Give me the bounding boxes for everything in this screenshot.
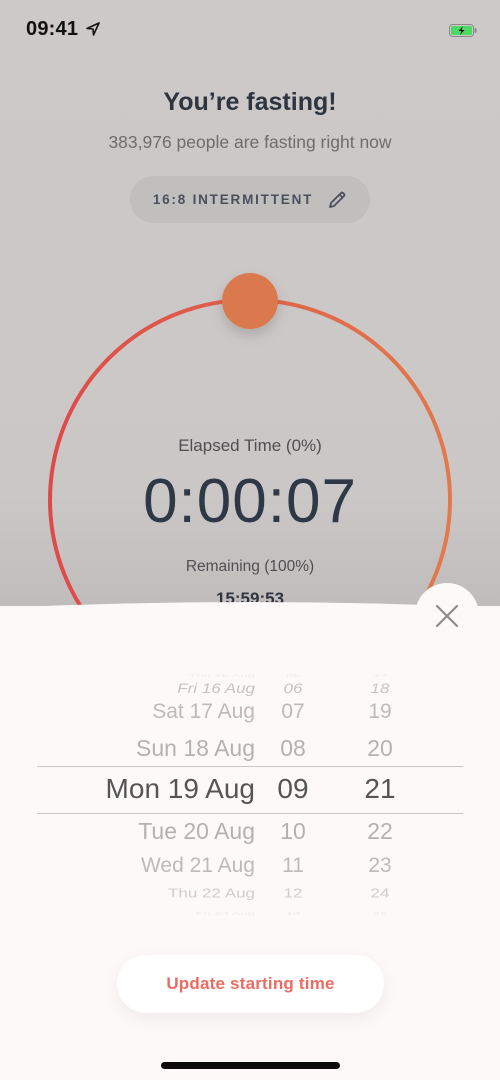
picker-date: Sat 17 Aug bbox=[152, 700, 255, 723]
elapsed-label: Elapsed Time (0%) bbox=[178, 436, 322, 455]
picker-hour: 13 bbox=[285, 911, 301, 917]
picker-minute: 20 bbox=[367, 735, 393, 761]
picker-row[interactable]: Tue 20 Aug 10 22 bbox=[0, 818, 500, 858]
picker-row-selected[interactable]: Mon 19 Aug 09 21 bbox=[0, 773, 500, 813]
picker-row[interactable]: Sun 18 Aug 08 20 bbox=[0, 735, 500, 775]
picker-minute: 24 bbox=[370, 886, 390, 901]
picker-minute: 17 bbox=[372, 673, 388, 679]
picker-minute: 25 bbox=[372, 911, 388, 917]
picker-date: Fri 23 Aug bbox=[195, 911, 255, 917]
picker-hour: 10 bbox=[280, 818, 306, 844]
picker-minute: 23 bbox=[368, 854, 392, 877]
picker-selection-bottom-line bbox=[37, 813, 463, 814]
close-button[interactable] bbox=[415, 583, 479, 647]
picker-hour: 11 bbox=[282, 854, 304, 877]
picker-date: Tue 20 Aug bbox=[138, 818, 255, 844]
picker-hour-selected: 09 bbox=[277, 773, 309, 804]
picker-hour: 07 bbox=[281, 700, 305, 723]
progress-knob bbox=[222, 273, 278, 329]
picker-minute: 22 bbox=[367, 818, 393, 844]
picker-date: Fri 16 Aug bbox=[177, 681, 255, 697]
picker-hour: 06 bbox=[283, 681, 303, 697]
remaining-label: Remaining (100%) bbox=[185, 558, 315, 575]
home-indicator[interactable] bbox=[161, 1062, 340, 1069]
picker-date: Wed 21 Aug bbox=[140, 854, 255, 877]
picker-hour: 12 bbox=[283, 886, 303, 901]
close-icon bbox=[435, 604, 459, 628]
picker-minute: 18 bbox=[370, 681, 390, 697]
picker-hour: 05 bbox=[285, 673, 301, 679]
picker-row[interactable]: Sat 17 Aug 07 19 bbox=[0, 700, 500, 740]
date-time-picker[interactable]: Thu 15 Aug 05 17 Fri 16 Aug 06 18 Sat 17… bbox=[0, 660, 500, 920]
picker-row[interactable]: Fri 23 Aug 13 25 bbox=[0, 911, 500, 925]
picker-date-selected: Mon 19 Aug bbox=[105, 773, 255, 804]
picker-date: Thu 15 Aug bbox=[188, 673, 256, 679]
picker-date: Sun 18 Aug bbox=[136, 735, 255, 761]
picker-minute: 19 bbox=[368, 700, 392, 723]
picker-date: Thu 22 Aug bbox=[168, 886, 255, 901]
elapsed-time: 0:00:07 bbox=[143, 467, 357, 536]
picker-hour: 08 bbox=[280, 735, 306, 761]
update-starting-time-button[interactable]: Update starting time bbox=[117, 955, 384, 1013]
picker-minute-selected: 21 bbox=[364, 773, 396, 804]
